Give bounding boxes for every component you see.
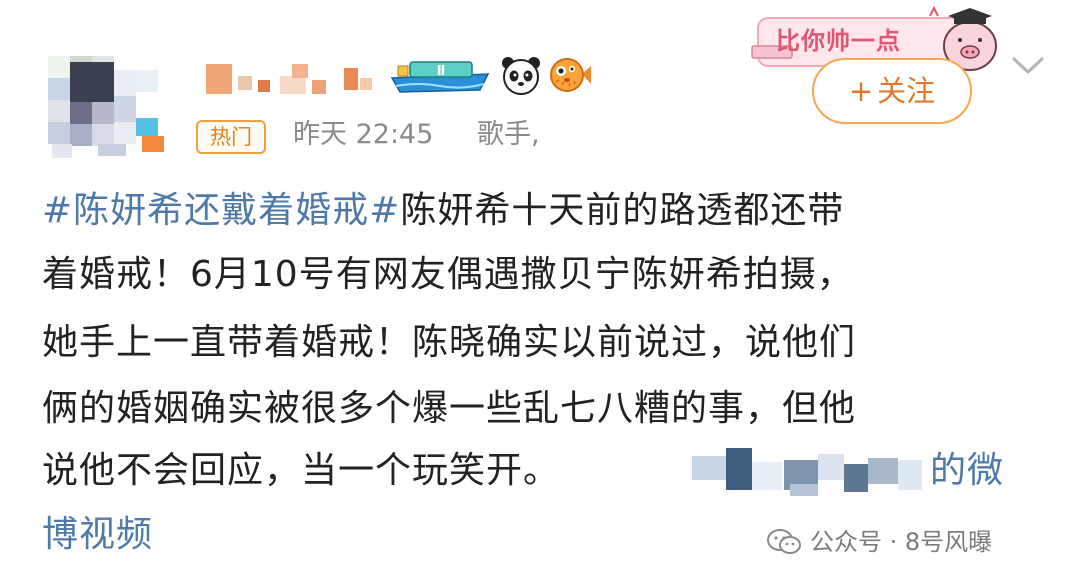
mosaic-cell — [692, 456, 726, 480]
mosaic-cell — [238, 76, 252, 90]
avatar[interactable] — [38, 42, 172, 160]
mosaic-cell — [292, 64, 308, 78]
mosaic-cell — [48, 78, 70, 100]
mosaic-cell — [344, 68, 358, 90]
mosaic-cell — [752, 462, 782, 490]
post-line-1: #陈妍希还戴着婚戒#陈妍希十天前的路透都还带 — [42, 188, 844, 234]
topic-link[interactable]: #陈妍希还戴着婚戒# — [42, 190, 400, 231]
mosaic-cell — [114, 122, 136, 144]
mosaic-cell — [142, 136, 164, 152]
mosaic-cell — [70, 124, 92, 146]
post-line-5: 说他不会回应，当一个玩笑开。 — [42, 448, 560, 494]
video-link[interactable]: 的微 — [930, 450, 1004, 491]
wechat-icon — [767, 529, 801, 554]
pufferfish-icon — [550, 58, 591, 92]
video-link-tail[interactable]: 的微 — [930, 448, 1004, 494]
mosaic-cell — [136, 118, 158, 136]
mosaic-cell — [312, 80, 326, 94]
watermark-text: 公众号 · 8号风曝 — [810, 528, 993, 556]
panda-icon — [502, 57, 540, 95]
post-time: 昨天 22:45 — [293, 119, 434, 150]
badge-level-text: Ⅱ — [437, 64, 446, 79]
mosaic-cell — [52, 144, 72, 158]
follow-button[interactable]: + 关注 — [812, 58, 972, 124]
chevron-down-icon[interactable] — [1008, 52, 1048, 78]
mosaic-cell — [136, 92, 160, 114]
mosaic-cell — [70, 102, 92, 124]
video-link[interactable]: 博视频 — [42, 514, 153, 555]
username[interactable] — [200, 58, 380, 98]
mosaic-cell — [844, 464, 868, 492]
mosaic-cell — [70, 62, 114, 102]
mosaic-cell — [280, 76, 306, 94]
mosaic-cell — [92, 102, 114, 124]
mosaic-cell — [136, 70, 158, 92]
mosaic-cell — [790, 484, 818, 496]
mosaic-cell — [98, 144, 126, 156]
mosaic-cell — [898, 460, 922, 490]
mosaic-cell — [726, 448, 752, 490]
boat-badge-icon: Ⅱ — [390, 61, 490, 93]
mosaic-cell — [818, 454, 844, 480]
mosaic-cell — [114, 96, 136, 122]
post-text: 陈妍希十天前的路透都还带 — [400, 190, 845, 231]
mosaic-cell — [114, 70, 136, 96]
post-text: 说他不会回应，当一个玩笑开。 — [42, 450, 561, 491]
hot-tag: 热门 — [196, 120, 266, 154]
mosaic-cell — [48, 100, 70, 122]
decoration-text: 比你帅一点 — [776, 27, 901, 55]
mosaic-cell — [92, 124, 114, 146]
post-line-3: 她手上一直带着婚戒！陈晓确实以前说过，说他们 — [42, 322, 857, 363]
mosaic-cell — [48, 56, 70, 78]
blurred-author-link[interactable] — [692, 448, 932, 500]
mosaic-cell — [48, 122, 70, 144]
mosaic-cell — [868, 458, 898, 484]
post-source: 歌手, — [477, 119, 540, 150]
follow-label: 关注 — [877, 74, 936, 108]
post-line-4: 俩的婚姻确实被很多个爆一些乱七八糟的事，但他 — [42, 388, 857, 429]
mosaic-cell — [258, 80, 270, 92]
mosaic-cell — [206, 64, 232, 94]
post-line-6[interactable]: 博视频 — [42, 512, 153, 558]
mosaic-cell — [360, 78, 372, 90]
post-line-2: 着婚戒！6月10号有网友偶遇撒贝宁陈妍希拍摄， — [42, 254, 854, 295]
plus-icon: + — [848, 74, 874, 108]
